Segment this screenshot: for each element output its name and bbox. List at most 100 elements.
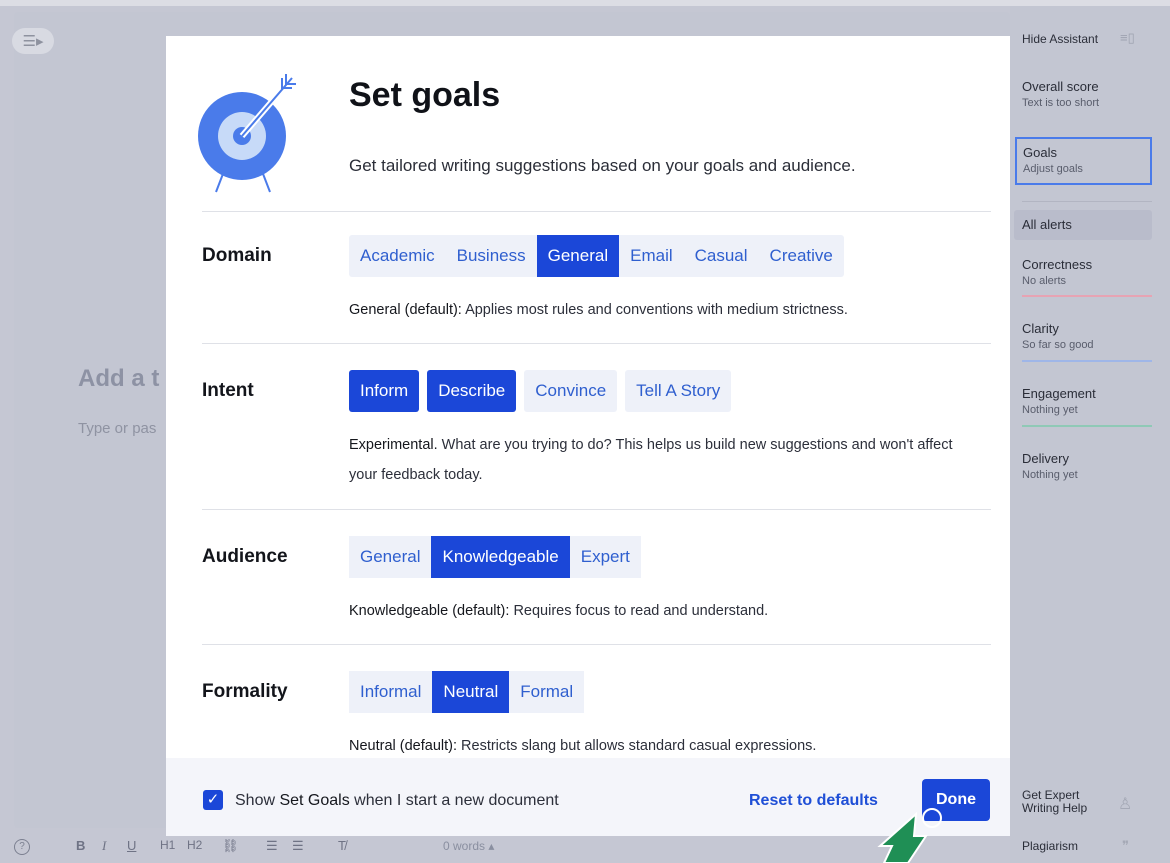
domain-label: Domain [202, 245, 272, 266]
intent-option-convince[interactable]: Convince [524, 370, 618, 412]
domain-description: General (default): Applies most rules an… [349, 295, 969, 325]
divider [202, 211, 991, 212]
document-title-placeholder[interactable]: Add a t [78, 365, 159, 393]
formality-option-informal[interactable]: Informal [349, 671, 433, 713]
modal-subtitle: Get tailored writing suggestions based o… [349, 156, 856, 175]
category-title: Correctness [1022, 257, 1093, 272]
formality-option-formal[interactable]: Formal [509, 671, 585, 713]
category-title: Clarity [1022, 321, 1059, 336]
heading1-button[interactable]: H1 [160, 838, 175, 852]
hide-assistant-button[interactable]: Hide Assistant [1022, 32, 1098, 46]
formality-desc-text: Restricts slang but allows standard casu… [457, 738, 817, 754]
formality-description: Neutral (default): Restricts slang but a… [349, 731, 969, 761]
help-icon[interactable]: ? [14, 839, 30, 855]
show-set-goals-checkbox[interactable]: ✓ [203, 790, 223, 810]
category-sub: Nothing yet [1022, 404, 1078, 416]
category-engagement[interactable]: Engagement Nothing yet [1022, 386, 1162, 416]
divider [202, 509, 991, 510]
click-cursor-icon [877, 808, 942, 863]
modal-header: Set goals Get tailored writing suggestio… [166, 36, 1010, 211]
all-alerts-tab[interactable]: All alerts [1014, 210, 1152, 240]
italic-button[interactable]: I [102, 838, 106, 854]
intent-desc-bold: Experimental. [349, 437, 438, 453]
menu-icon: ☰▸ [22, 33, 44, 50]
category-clarity[interactable]: Clarity So far so good [1022, 321, 1162, 351]
menu-button[interactable]: ☰▸ [12, 28, 54, 54]
sidebar-divider [1022, 201, 1152, 202]
numbered-list-icon[interactable]: ☰ [266, 838, 278, 854]
person-icon: ♙ [1118, 796, 1133, 813]
expert-line-2: Writing Help [1022, 801, 1088, 815]
checkmark-icon: ✓ [206, 791, 220, 808]
audience-description: Knowledgeable (default): Requires focus … [349, 596, 969, 626]
clarity-bar [1022, 360, 1152, 362]
bold-button[interactable]: B [76, 838, 85, 853]
intent-option-tell-a-story[interactable]: Tell A Story [625, 370, 732, 412]
checkbox-label-bold: Set Goals [279, 792, 350, 809]
category-correctness[interactable]: Correctness No alerts [1022, 257, 1162, 287]
overall-score-title: Overall score [1022, 79, 1099, 94]
category-title: Delivery [1022, 451, 1069, 466]
domain-option-general[interactable]: General [536, 235, 620, 277]
top-border [0, 0, 1170, 6]
divider [202, 343, 991, 344]
bullet-list-icon[interactable]: ☰ [292, 838, 304, 854]
document-body-placeholder[interactable]: Type or pas [78, 420, 156, 437]
audience-option-knowledgeable[interactable]: Knowledgeable [431, 536, 570, 578]
goals-sub: Adjust goals [1023, 163, 1083, 175]
quote-icon: ❞ [1122, 838, 1129, 853]
category-sub: So far so good [1022, 339, 1094, 351]
intent-option-describe[interactable]: Describe [427, 370, 517, 412]
intent-description: Experimental. What are you trying to do?… [349, 430, 969, 490]
category-delivery[interactable]: Delivery Nothing yet [1022, 451, 1162, 481]
plagiarism-button[interactable]: Plagiarism [1022, 839, 1078, 853]
expert-help-button[interactable]: Get Expert Writing Help [1022, 789, 1087, 815]
correctness-bar [1022, 295, 1152, 297]
link-icon[interactable]: ⛓ [222, 838, 239, 854]
audience-desc-text: Requires focus to read and understand. [509, 603, 769, 619]
intent-options: Inform Describe Convince Tell A Story [349, 370, 732, 412]
overall-score-sub: Text is too short [1022, 97, 1100, 109]
assistant-sidebar: Hide Assistant ≡▯ Overall score Text is … [1010, 6, 1170, 863]
intent-desc-text: What are you trying to do? This helps us… [349, 437, 953, 483]
divider [202, 644, 991, 645]
formality-desc-bold: Neutral (default): [349, 738, 457, 754]
category-sub: No alerts [1022, 275, 1067, 287]
panel-toggle-icon[interactable]: ≡▯ [1120, 30, 1140, 45]
domain-option-creative[interactable]: Creative [758, 235, 844, 277]
domain-option-academic[interactable]: Academic [349, 235, 446, 277]
checkbox-label-post: when I start a new document [349, 792, 559, 809]
category-title: Engagement [1022, 386, 1096, 401]
formality-label: Formality [202, 681, 288, 702]
word-count[interactable]: 0 words ▴ [443, 839, 494, 853]
clear-format-icon[interactable]: T̸ [338, 838, 346, 853]
heading2-button[interactable]: H2 [187, 838, 202, 852]
engagement-bar [1022, 425, 1152, 427]
audience-label: Audience [202, 546, 288, 567]
domain-desc-text: Applies most rules and conventions with … [461, 302, 848, 318]
formality-option-neutral[interactable]: Neutral [432, 671, 510, 713]
domain-option-business[interactable]: Business [445, 235, 537, 277]
intent-option-inform[interactable]: Inform [349, 370, 420, 412]
audience-desc-bold: Knowledgeable (default): [349, 603, 510, 619]
goals-title: Goals [1023, 145, 1057, 160]
domain-option-casual[interactable]: Casual [683, 235, 759, 277]
category-sub: Nothing yet [1022, 469, 1078, 481]
intent-label: Intent [202, 380, 254, 401]
goals-item[interactable]: Goals Adjust goals [1015, 137, 1152, 185]
underline-button[interactable]: U [127, 838, 136, 853]
set-goals-modal: Set goals Get tailored writing suggestio… [166, 36, 1010, 836]
audience-options: General Knowledgeable Expert [349, 536, 641, 578]
domain-option-email[interactable]: Email [619, 235, 684, 277]
audience-option-expert[interactable]: Expert [569, 536, 641, 578]
formality-options: Informal Neutral Formal [349, 671, 585, 713]
overall-score[interactable]: Overall score Text is too short [1022, 79, 1162, 109]
reset-to-defaults-link[interactable]: Reset to defaults [749, 792, 878, 810]
checkbox-label-pre: Show [235, 792, 280, 809]
domain-options: Academic Business General Email Casual C… [349, 235, 844, 277]
show-set-goals-label[interactable]: Show Set Goals when I start a new docume… [235, 792, 559, 810]
target-icon [198, 74, 296, 193]
modal-title: Set goals [349, 76, 501, 114]
domain-desc-bold: General (default): [349, 302, 462, 318]
audience-option-general[interactable]: General [349, 536, 432, 578]
